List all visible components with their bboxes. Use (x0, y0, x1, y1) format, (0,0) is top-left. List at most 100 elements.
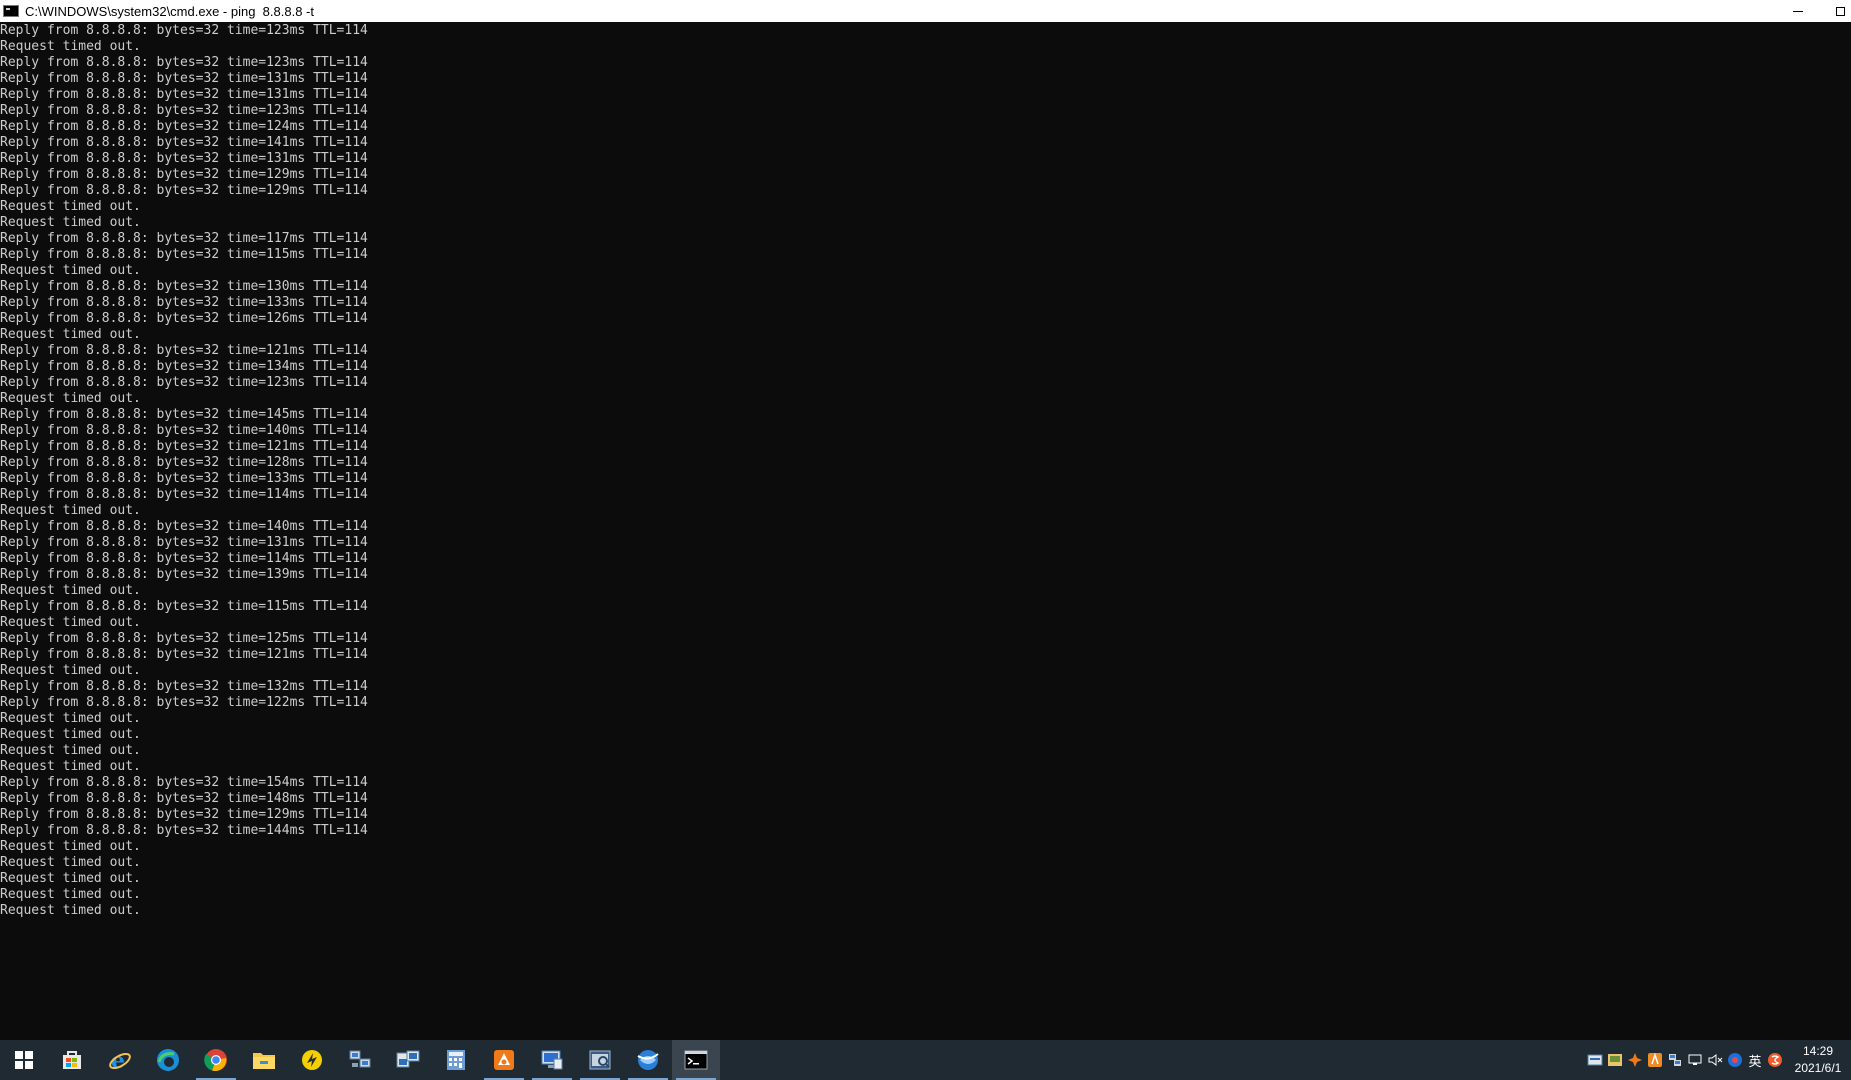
minimize-icon (1793, 10, 1803, 12)
console-line: Reply from 8.8.8.8: bytes=32 time=139ms … (0, 567, 368, 582)
console-line: Request timed out. (0, 727, 141, 742)
taskbar-network-app[interactable] (336, 1040, 384, 1080)
console-line: Reply from 8.8.8.8: bytes=32 time=114ms … (0, 487, 368, 502)
console-line: Reply from 8.8.8.8: bytes=32 time=125ms … (0, 631, 368, 646)
tray-keyboard-icon[interactable] (1585, 1040, 1605, 1080)
console-line: Reply from 8.8.8.8: bytes=32 time=129ms … (0, 807, 368, 822)
console-line: Reply from 8.8.8.8: bytes=32 time=141ms … (0, 135, 368, 150)
console-line: Reply from 8.8.8.8: bytes=32 time=131ms … (0, 71, 368, 86)
network-computers-icon (349, 1050, 371, 1068)
chrome-icon (204, 1049, 227, 1071)
console-line: Reply from 8.8.8.8: bytes=32 time=131ms … (0, 151, 368, 166)
console-line: Reply from 8.8.8.8: bytes=32 time=133ms … (0, 295, 368, 310)
tray-orange-icon[interactable] (1625, 1040, 1645, 1080)
tray-blue-icon[interactable] (1725, 1040, 1745, 1080)
console-output[interactable]: Reply from 8.8.8.8: bytes=32 time=123ms … (0, 23, 1851, 1038)
command-prompt-icon (684, 1050, 708, 1070)
console-line: Reply from 8.8.8.8: bytes=32 time=129ms … (0, 183, 368, 198)
window-controls (1775, 0, 1851, 22)
console-line: Reply from 8.8.8.8: bytes=32 time=131ms … (0, 535, 368, 550)
console-line: Request timed out. (0, 199, 141, 214)
console-line: Reply from 8.8.8.8: bytes=32 time=131ms … (0, 87, 368, 102)
start-button[interactable] (0, 1040, 48, 1080)
taskbar-file-explorer[interactable] (240, 1040, 288, 1080)
folder-icon (253, 1053, 275, 1069)
console-line: Reply from 8.8.8.8: bytes=32 time=140ms … (0, 423, 368, 438)
console-line: Request timed out. (0, 855, 141, 870)
calculator-icon (447, 1050, 465, 1070)
console-line: Request timed out. (0, 839, 141, 854)
cmd-icon (3, 5, 19, 17)
console-line: Reply from 8.8.8.8: bytes=32 time=133ms … (0, 471, 368, 486)
edge-icon (157, 1049, 179, 1071)
tray-app-icon[interactable] (1605, 1040, 1625, 1080)
console-line: Request timed out. (0, 263, 141, 278)
console-line: Request timed out. (0, 615, 141, 630)
taskbar-edge[interactable] (144, 1040, 192, 1080)
console-line: Request timed out. (0, 39, 141, 54)
console-line: Reply from 8.8.8.8: bytes=32 time=154ms … (0, 775, 368, 790)
console-line: Request timed out. (0, 327, 141, 342)
taskbar-vm-app[interactable] (528, 1040, 576, 1080)
tray-network-icon[interactable] (1685, 1040, 1705, 1080)
console-line: Reply from 8.8.8.8: bytes=32 time=140ms … (0, 519, 368, 534)
taskbar-chrome[interactable] (192, 1040, 240, 1080)
console-line: Reply from 8.8.8.8: bytes=32 time=124ms … (0, 119, 368, 134)
remote-desktop-icon (396, 1050, 420, 1068)
console-line: Reply from 8.8.8.8: bytes=32 time=134ms … (0, 359, 368, 374)
tray-volume-muted-icon[interactable] (1705, 1040, 1725, 1080)
taskbar-globe-app[interactable] (624, 1040, 672, 1080)
console-line: Request timed out. (0, 391, 141, 406)
windows-logo-icon (15, 1051, 33, 1069)
console-line: Reply from 8.8.8.8: bytes=32 time=122ms … (0, 695, 368, 710)
window-title: C:\WINDOWS\system32\cmd.exe - ping 8.8.8… (25, 3, 314, 19)
console-line: Reply from 8.8.8.8: bytes=32 time=129ms … (0, 167, 368, 182)
console-line: Reply from 8.8.8.8: bytes=32 time=145ms … (0, 407, 368, 422)
console-line: Reply from 8.8.8.8: bytes=32 time=144ms … (0, 823, 368, 838)
console-line: Request timed out. (0, 711, 141, 726)
taskbar-orange-app[interactable] (480, 1040, 528, 1080)
tray-ime-icon[interactable]: 英 (1745, 1040, 1765, 1080)
internet-explorer-icon: e (109, 1048, 131, 1072)
console-line: Request timed out. (0, 215, 141, 230)
console-line: Reply from 8.8.8.8: bytes=32 time=126ms … (0, 311, 368, 326)
taskbar-remote-app[interactable] (384, 1040, 432, 1080)
taskbar-cmd[interactable] (672, 1040, 720, 1080)
maximize-button[interactable] (1821, 0, 1851, 22)
console-line: Reply from 8.8.8.8: bytes=32 time=115ms … (0, 247, 368, 262)
cmd-window: C:\WINDOWS\system32\cmd.exe - ping 8.8.8… (0, 0, 1851, 1040)
console-line: Reply from 8.8.8.8: bytes=32 time=121ms … (0, 439, 368, 454)
taskbar-ie[interactable]: e (96, 1040, 144, 1080)
title-bar[interactable]: C:\WINDOWS\system32\cmd.exe - ping 8.8.8… (0, 0, 1851, 22)
taskbar-manager-app[interactable] (576, 1040, 624, 1080)
console-line: Reply from 8.8.8.8: bytes=32 time=130ms … (0, 279, 368, 294)
tray-orange2-icon[interactable] (1645, 1040, 1665, 1080)
taskbar-calculator[interactable] (432, 1040, 480, 1080)
taskbar-yellow-app[interactable] (288, 1040, 336, 1080)
console-line: Reply from 8.8.8.8: bytes=32 time=117ms … (0, 231, 368, 246)
tray-network-share-icon[interactable] (1665, 1040, 1685, 1080)
taskbar: e 英 14:29 2021/6/1 (0, 1040, 1851, 1080)
console-line: Reply from 8.8.8.8: bytes=32 time=148ms … (0, 791, 368, 806)
console-line: Reply from 8.8.8.8: bytes=32 time=123ms … (0, 55, 368, 70)
minimize-button[interactable] (1775, 0, 1821, 22)
console-line: Reply from 8.8.8.8: bytes=32 time=123ms … (0, 103, 368, 118)
console-line: Reply from 8.8.8.8: bytes=32 time=114ms … (0, 551, 368, 566)
yellow-circle-icon (302, 1050, 322, 1070)
tray-sogou-icon[interactable] (1765, 1040, 1785, 1080)
clock-time: 14:29 (1802, 1044, 1834, 1058)
console-line: Request timed out. (0, 583, 141, 598)
store-bag-icon (63, 1051, 81, 1069)
console-line: Reply from 8.8.8.8: bytes=32 time=123ms … (0, 23, 368, 38)
console-line: Reply from 8.8.8.8: bytes=32 time=121ms … (0, 647, 368, 662)
console-line: Reply from 8.8.8.8: bytes=32 time=128ms … (0, 455, 368, 470)
maximize-icon (1836, 6, 1845, 16)
taskbar-clock[interactable]: 14:29 2021/6/1 (1785, 1040, 1851, 1080)
console-line: Request timed out. (0, 663, 141, 678)
console-line: Reply from 8.8.8.8: bytes=32 time=123ms … (0, 375, 368, 390)
blue-globe-icon (637, 1050, 659, 1070)
orange-app-icon (494, 1050, 514, 1070)
clock-date: 2021/6/1 (1794, 1061, 1842, 1075)
taskbar-store[interactable] (48, 1040, 96, 1080)
console-line: Request timed out. (0, 871, 141, 886)
